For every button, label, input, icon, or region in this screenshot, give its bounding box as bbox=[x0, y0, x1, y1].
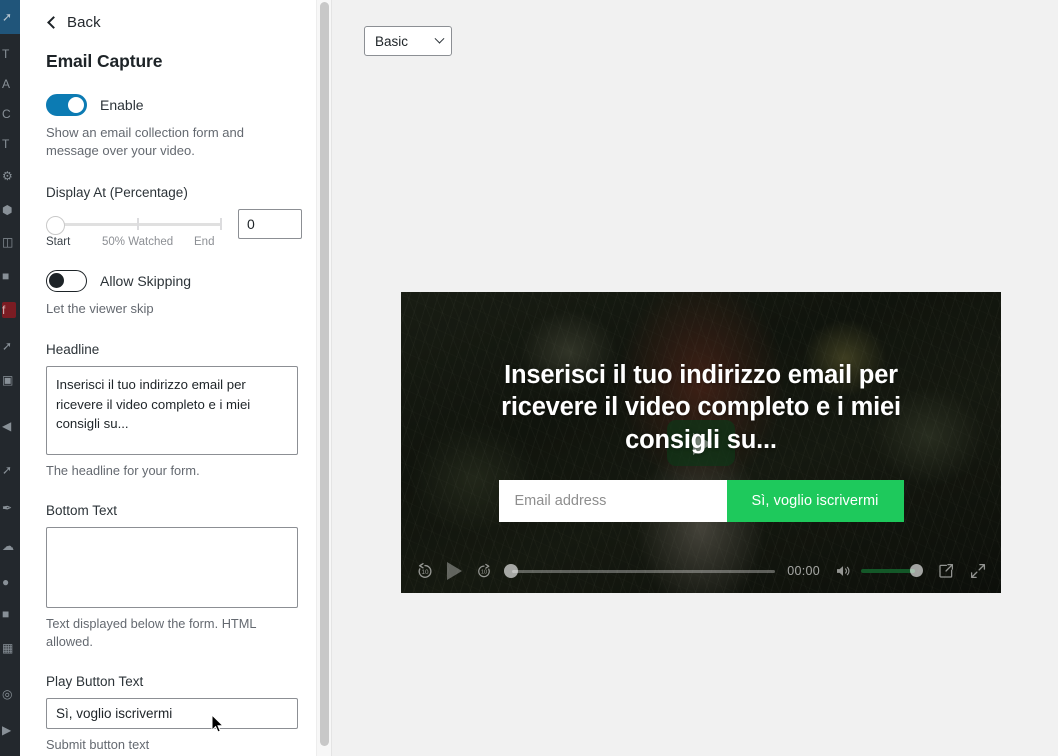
display-at-label: Display At (Percentage) bbox=[46, 184, 188, 200]
enable-toggle-row: Enable bbox=[46, 94, 314, 116]
rail-icon-t1[interactable]: T bbox=[2, 46, 18, 62]
rail-icon-cloud[interactable]: ☁ bbox=[2, 538, 18, 554]
volume-icon[interactable] bbox=[833, 562, 853, 580]
allow-skipping-label: Allow Skipping bbox=[100, 272, 192, 289]
rail-icon-brush[interactable]: ✒ bbox=[2, 500, 18, 516]
bottom-text-label: Bottom Text bbox=[46, 502, 118, 518]
enable-toggle[interactable] bbox=[46, 94, 87, 116]
video-player[interactable]: Inserisci il tuo indirizzo email per ric… bbox=[401, 292, 1001, 593]
bottom-text-textarea[interactable] bbox=[46, 526, 298, 608]
mode-select[interactable]: Basic bbox=[364, 26, 452, 56]
headline-textarea[interactable]: Inserisci il tuo indirizzo email per ric… bbox=[46, 366, 298, 456]
rail-icon-book[interactable]: ◫ bbox=[2, 234, 18, 250]
svg-text:10: 10 bbox=[481, 570, 487, 576]
panel-scrollbar-thumb[interactable] bbox=[320, 2, 329, 746]
wp-admin-rail: ➚ T A C T ⚙ ⬢ ◫ ■ f ➚ ▣ ◀ ➚ ✒ ☁ ● ■ ▦ ◎ … bbox=[0, 0, 20, 756]
headline-helper-text: The headline for your form. bbox=[46, 463, 200, 479]
rail-icon-globe[interactable]: ◎ bbox=[2, 686, 18, 702]
mode-select-wrap: Basic bbox=[364, 26, 452, 56]
rail-icon-arrow[interactable]: ➚ bbox=[2, 338, 18, 354]
rail-icon-robot[interactable]: ▣ bbox=[2, 372, 18, 388]
back-button[interactable]: Back bbox=[46, 14, 101, 31]
slider-tick-end bbox=[220, 217, 222, 230]
enable-label: Enable bbox=[100, 97, 144, 113]
toggle-knob bbox=[49, 272, 64, 288]
rail-icon-c[interactable]: C bbox=[2, 106, 18, 122]
chevron-left-icon bbox=[47, 16, 60, 29]
bottom-text-helper-text: Text displayed below the form. HTML allo… bbox=[46, 615, 257, 650]
rail-icon-speaker[interactable]: ◀ bbox=[2, 418, 18, 434]
svg-text:10: 10 bbox=[422, 569, 429, 576]
panel-scrollbar[interactable] bbox=[316, 0, 331, 756]
overlay-headline: Inserisci il tuo indirizzo email per ric… bbox=[501, 361, 901, 454]
play-button-text-label: Play Button Text bbox=[46, 674, 144, 689]
mode-select-value: Basic bbox=[375, 33, 409, 49]
allow-skipping-helper-text: Let the viewer skip bbox=[46, 300, 154, 316]
seek-track bbox=[512, 569, 776, 573]
allow-skipping-toggle[interactable] bbox=[46, 269, 87, 292]
enable-helper-text: Show an email collection form and messag… bbox=[46, 125, 244, 159]
volume-thumb[interactable] bbox=[910, 564, 923, 577]
seek-bar[interactable] bbox=[504, 562, 776, 580]
chevron-down-icon bbox=[434, 33, 445, 44]
rail-icon-box[interactable]: ⬢ bbox=[2, 202, 18, 218]
rail-icon-device[interactable]: ■ bbox=[2, 268, 18, 284]
rail-icon-play[interactable]: ▶ bbox=[2, 722, 18, 738]
rail-icon-t2[interactable]: T bbox=[2, 136, 18, 152]
slider-tick-mid bbox=[137, 217, 139, 230]
volume-slider[interactable] bbox=[861, 564, 923, 577]
time-display: 00:00 bbox=[787, 564, 820, 578]
email-input[interactable] bbox=[498, 479, 727, 522]
toggle-knob bbox=[68, 97, 84, 113]
rewind-10-icon[interactable]: 10 bbox=[415, 561, 435, 581]
app-root: ➚ T A C T ⚙ ⬢ ◫ ■ f ➚ ▣ ◀ ➚ ✒ ☁ ● ■ ▦ ◎ … bbox=[0, 0, 1058, 756]
rail-icon-plugin[interactable]: ⚙ bbox=[2, 168, 18, 184]
play-button-text-helper: Submit button text bbox=[46, 737, 150, 752]
slider-thumb[interactable] bbox=[46, 215, 65, 235]
display-at-group: Display At (Percentage) Start 50% Watche… bbox=[46, 185, 314, 248]
popout-icon[interactable] bbox=[937, 562, 955, 580]
play-button-text-input[interactable] bbox=[46, 698, 298, 729]
preview-area: Basic Inserisci il tuo indirizzo email p… bbox=[332, 0, 1058, 756]
rail-icon-alert[interactable]: ■ bbox=[2, 606, 18, 622]
play-icon[interactable] bbox=[447, 562, 462, 580]
email-capture-form: Sì, voglio iscrivermi bbox=[498, 479, 904, 522]
email-capture-overlay: Inserisci il tuo indirizzo email per ric… bbox=[401, 292, 1001, 593]
video-controls-bar: 10 10 00:00 bbox=[401, 549, 1001, 593]
display-at-number-input[interactable] bbox=[238, 208, 302, 239]
rail-icon-forms[interactable]: f bbox=[2, 302, 16, 318]
rail-icon-dot[interactable]: ● bbox=[2, 574, 18, 590]
headline-label: Headline bbox=[46, 342, 100, 358]
rail-icon-grid[interactable]: ▦ bbox=[2, 640, 18, 656]
rail-icon-a[interactable]: A bbox=[2, 76, 18, 92]
page-title: Email Capture bbox=[46, 51, 163, 71]
allow-skipping-toggle-row: Allow Skipping bbox=[46, 269, 314, 292]
rail-icon-tool[interactable]: ➚ bbox=[2, 462, 18, 478]
forward-10-icon[interactable]: 10 bbox=[475, 562, 493, 580]
email-capture-settings-panel: Back Email Capture Enable Show an email … bbox=[20, 0, 332, 756]
back-label: Back bbox=[67, 14, 101, 31]
seek-thumb[interactable] bbox=[504, 564, 518, 578]
wp-collapse-icon[interactable]: ➚ bbox=[2, 9, 18, 25]
submit-button[interactable]: Sì, voglio iscrivermi bbox=[726, 479, 904, 522]
fullscreen-icon[interactable] bbox=[969, 562, 987, 580]
volume-track bbox=[861, 569, 915, 573]
display-at-slider[interactable] bbox=[46, 209, 222, 239]
